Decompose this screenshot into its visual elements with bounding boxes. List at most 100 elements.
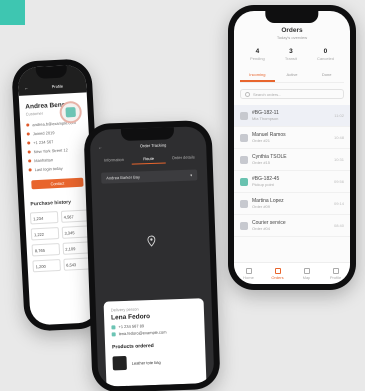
orders-screen: Orders Today's overview 4 Pending 3 Transit… <box>234 11 350 284</box>
order-list-item[interactable]: #BG-182-11 Mia Thompson 11:02 <box>234 105 350 127</box>
order-subtitle: Order #15 <box>252 160 271 165</box>
purchase-cell[interactable]: 2,109 <box>62 241 91 255</box>
profile-info-text: Manhattan <box>34 157 54 164</box>
order-text: #BG-182-11 Mia Thompson <box>252 110 330 121</box>
order-subtitle: Order #04 <box>252 226 271 231</box>
order-time: 10:48 <box>333 135 344 140</box>
bullet-icon <box>27 150 31 154</box>
purchase-grid: 1,234 4,567 1,222 3,345 8,765 2,109 1,200 6,543 <box>25 207 96 274</box>
purchase-cell[interactable]: 1,222 <box>30 227 59 241</box>
nav-item-orders[interactable]: Orders <box>263 263 292 284</box>
bottom-navigation: Home Orders Map Profile <box>234 262 350 284</box>
bullet-icon <box>28 159 32 163</box>
search-icon <box>245 91 250 97</box>
tracking-screen: ← Order Tracking Information Route Order d… <box>89 126 215 387</box>
nav-item-label: Home <box>243 274 254 280</box>
bullet-icon <box>28 168 32 172</box>
order-list-item[interactable]: Cynthia TSOLE Order #15 10:31 <box>234 149 350 171</box>
nav-item-map[interactable]: Map <box>292 263 321 284</box>
order-text: Cynthia TSOLE Order #15 <box>252 154 330 165</box>
order-subtitle: Order #21 <box>252 138 271 143</box>
nav-item-label: Orders <box>271 274 284 280</box>
tracking-tabs: Information Route Order details <box>90 150 206 168</box>
order-stat[interactable]: 0 Canceled <box>317 48 334 61</box>
purchase-cell[interactable]: 6,543 <box>62 257 91 271</box>
home-icon <box>245 267 252 274</box>
email-row[interactable]: lena.fedoro@example.com <box>111 328 198 337</box>
back-arrow-icon[interactable]: ← <box>98 145 102 150</box>
delivery-person-name: Lena Fedoro <box>110 313 151 322</box>
order-stat-number: 4 <box>255 48 260 55</box>
tab-active[interactable]: Active <box>275 69 310 82</box>
purchase-cell[interactable]: 1,234 <box>29 211 58 225</box>
order-time: 09:56 <box>333 179 344 184</box>
tracking-tab-0[interactable]: Information <box>96 155 131 166</box>
back-arrow-icon[interactable]: ← <box>24 85 28 90</box>
nav-item-profile[interactable]: Profile <box>321 263 350 284</box>
phone-number: +1 234 567 89 <box>118 323 145 330</box>
phone-notch <box>120 127 175 142</box>
mail-icon <box>111 331 116 336</box>
order-list-item[interactable]: #BG-182-45 Pickup point 09:56 <box>234 171 350 193</box>
tracking-tab-1[interactable]: Route <box>131 153 167 165</box>
purchase-cell[interactable]: 4,567 <box>60 209 89 223</box>
accent-square <box>0 0 25 25</box>
order-list-item[interactable]: Courier service Order #04 08:40 <box>234 215 350 237</box>
order-time: 10:31 <box>333 157 344 162</box>
tab-incoming[interactable]: Incoming <box>240 69 275 82</box>
package-icon <box>240 177 248 186</box>
tab-done[interactable]: Done <box>309 69 344 82</box>
purchase-cell[interactable]: 8,765 <box>31 243 60 257</box>
purchase-row: 1,200 6,543 <box>27 255 96 275</box>
search-placeholder: Search orders... <box>253 91 282 97</box>
order-text: Courier service Order #04 <box>252 220 330 231</box>
package-icon <box>240 199 248 208</box>
order-text: Martina Lopez Order #09 <box>252 198 330 209</box>
order-subtitle: Mia Thompson <box>252 116 279 121</box>
bullet-icon <box>27 141 31 145</box>
tracking-tab-2[interactable]: Order details <box>166 152 201 163</box>
order-text: Manuel Ramos Order #21 <box>252 132 330 143</box>
order-time: 08:40 <box>333 223 344 228</box>
nav-item-label: Profile <box>329 274 342 280</box>
order-time: 09:14 <box>333 201 344 206</box>
product-item[interactable]: Leather tote bag <box>112 353 198 371</box>
order-subtitle: Pickup point <box>252 182 274 187</box>
route-select[interactable]: Andrea Barker Bay ▾ <box>101 169 198 184</box>
delivery-person-card: Delivery person Lena Fedoro +1 234 567 8… <box>103 298 207 387</box>
purchase-cell[interactable]: 1,200 <box>32 258 61 273</box>
nav-item-home[interactable]: Home <box>234 263 263 284</box>
profile-card: Andrea Benson Customer <box>19 92 88 124</box>
order-time: 11:02 <box>334 113 344 118</box>
order-stat[interactable]: 3 Transit <box>285 48 297 61</box>
order-stat-label: Canceled <box>317 56 334 61</box>
map-area[interactable] <box>92 185 212 309</box>
order-stats: 4 Pending 3 Transit 0 Canceled <box>234 40 350 65</box>
profile-info-list: andrea.b@example.com Joined 2019 +1 234 56… <box>20 117 91 174</box>
email-address: lena.fedoro@example.com <box>118 329 167 337</box>
phone-mockup-tracking: ← Order Tracking Information Route Order d… <box>83 119 221 391</box>
package-icon <box>240 111 248 120</box>
order-list-item[interactable]: Martina Lopez Order #09 09:14 <box>234 193 350 215</box>
order-stat-label: Transit <box>284 56 297 61</box>
orders-tabs: Incoming Active Done <box>240 69 344 83</box>
profile-info-text: Joined 2019 <box>32 130 55 137</box>
package-icon <box>240 155 248 164</box>
bullet-icon <box>26 132 30 136</box>
profile-info-text: +1 234 567 <box>33 139 54 146</box>
avatar-image-icon <box>65 106 76 118</box>
product-thumbnail <box>112 355 127 371</box>
map-icon <box>303 267 310 274</box>
order-list-item[interactable]: Manuel Ramos Order #21 10:48 <box>234 127 350 149</box>
location-pin-icon <box>147 235 156 247</box>
order-stat-number: 0 <box>323 48 328 55</box>
orders-search[interactable]: Search orders... <box>240 89 344 99</box>
package-icon <box>240 133 248 142</box>
order-stat[interactable]: 4 Pending <box>250 48 265 61</box>
tracking-title: Order Tracking <box>139 142 167 149</box>
product-name: Leather tote bag <box>131 359 161 366</box>
package-icon <box>240 221 248 230</box>
purchase-cell[interactable]: 3,345 <box>61 225 90 239</box>
contact-button[interactable]: Contact <box>31 177 84 190</box>
chevron-down-icon: ▾ <box>190 172 193 178</box>
